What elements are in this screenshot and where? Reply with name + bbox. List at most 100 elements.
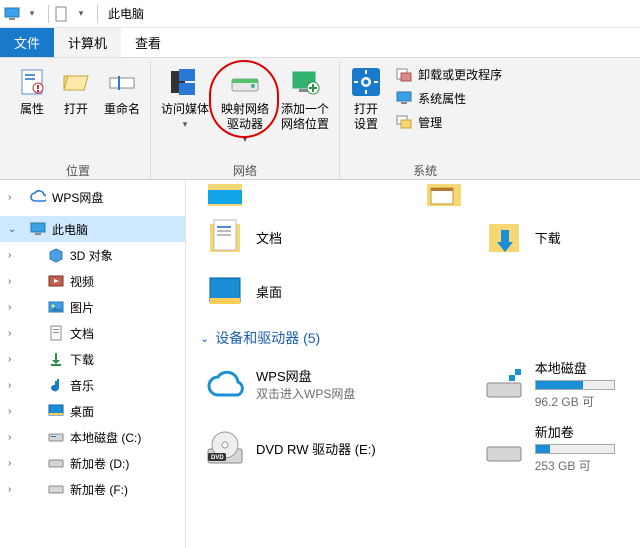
chevron-down-icon[interactable]: ⌄ <box>8 224 16 235</box>
drive-icon <box>483 363 525 405</box>
body: › WPS网盘 ⌄ 此电脑 › 3D 对象 › 视频 › 图片 › 文档 <box>0 180 640 548</box>
nav-label: 文档 <box>70 325 94 342</box>
uninstall-icon <box>396 66 412 82</box>
desktop-icon <box>48 403 64 419</box>
tab-computer[interactable]: 计算机 <box>54 28 121 57</box>
nav-3d-objects[interactable]: › 3D 对象 <box>0 242 185 268</box>
folder-icon <box>423 184 465 206</box>
monitor-icon <box>396 90 412 106</box>
nav-drive-f[interactable]: › 新加卷 (F:) <box>0 476 185 502</box>
uninstall-button[interactable]: 卸载或更改程序 <box>392 62 506 86</box>
nav-documents[interactable]: › 文档 <box>0 320 185 346</box>
cloud-icon <box>30 189 46 205</box>
section-devices[interactable]: ⌄ 设备和驱动器 (5) <box>194 318 632 352</box>
nav-drive-c[interactable]: › 本地磁盘 (C:) <box>0 424 185 450</box>
chevron-right-icon[interactable]: › <box>8 380 11 391</box>
manage-label: 管理 <box>418 114 442 131</box>
ribbon-tabs: 文件 计算机 查看 <box>0 28 640 58</box>
storage-bar <box>535 380 615 390</box>
rename-button[interactable]: 重命名 <box>98 62 146 119</box>
system-properties-button[interactable]: 系统属性 <box>392 86 506 110</box>
chevron-right-icon[interactable]: › <box>8 328 11 339</box>
nav-thispc[interactable]: ⌄ 此电脑 <box>0 216 185 242</box>
nav-music[interactable]: › 音乐 <box>0 372 185 398</box>
ribbon-group-network: 访问媒体 映射网络驱动器 添加一个网络位置 网络 <box>151 62 340 179</box>
storage-bar <box>535 444 615 454</box>
nav-videos[interactable]: › 视频 <box>0 268 185 294</box>
open-button[interactable]: 打开 <box>54 62 98 119</box>
tab-view[interactable]: 查看 <box>121 28 175 57</box>
chevron-right-icon[interactable]: › <box>8 354 11 365</box>
chevron-right-icon[interactable]: › <box>8 276 11 287</box>
dropdown-icon[interactable]: ▾ <box>24 6 40 22</box>
item-folder-partial[interactable] <box>413 180 632 210</box>
nav-desktop[interactable]: › 桌面 <box>0 398 185 424</box>
chevron-right-icon[interactable]: › <box>8 406 11 417</box>
group-label-system: 系统 <box>413 161 437 179</box>
navigation-pane: › WPS网盘 ⌄ 此电脑 › 3D 对象 › 视频 › 图片 › 文档 <box>0 180 186 548</box>
properties-label: 属性 <box>20 102 44 117</box>
item-desktop[interactable]: 桌面 <box>194 264 474 318</box>
video-icon <box>48 273 64 289</box>
chevron-right-icon[interactable]: › <box>8 484 11 495</box>
manage-button[interactable]: 管理 <box>392 110 506 134</box>
cloud-icon <box>204 363 246 405</box>
uninstall-label: 卸载或更改程序 <box>418 66 502 83</box>
nav-label: 新加卷 (F:) <box>70 481 128 498</box>
item-dvd-drive[interactable]: DVD DVD RW 驱动器 (E:) <box>194 416 473 480</box>
nav-label: 下载 <box>70 351 94 368</box>
group-label-network: 网络 <box>233 161 257 179</box>
network-drive-icon <box>229 66 261 98</box>
open-icon <box>60 66 92 98</box>
chevron-right-icon[interactable]: › <box>8 250 11 261</box>
drive-icon <box>48 429 64 445</box>
chevron-right-icon[interactable]: › <box>8 192 11 203</box>
item-label: 下载 <box>535 228 561 247</box>
title-bar: ▾ ▾ 此电脑 <box>0 0 640 28</box>
nav-downloads[interactable]: › 下载 <box>0 346 185 372</box>
download-icon <box>48 351 64 367</box>
open-settings-button[interactable]: 打开设置 <box>344 62 388 134</box>
chevron-right-icon[interactable]: › <box>8 432 11 443</box>
item-local-disk[interactable]: 本地磁盘 96.2 GB 可 <box>473 352 632 416</box>
drive-icon <box>483 427 525 469</box>
nav-wps[interactable]: › WPS网盘 <box>0 184 185 210</box>
properties-icon <box>16 66 48 98</box>
item-folder-partial[interactable] <box>194 180 413 210</box>
chevron-right-icon[interactable]: › <box>8 458 11 469</box>
map-network-drive-button[interactable]: 映射网络驱动器 <box>215 62 275 147</box>
access-media-button[interactable]: 访问媒体 <box>155 62 215 132</box>
item-label: 本地磁盘 <box>535 358 615 377</box>
divider <box>48 5 49 23</box>
settings-label-1: 打开 <box>354 102 378 117</box>
nav-label: 视频 <box>70 273 94 290</box>
music-icon <box>48 377 64 393</box>
item-new-volume[interactable]: 新加卷 253 GB 可 <box>473 416 632 480</box>
add-network-location-button[interactable]: 添加一个网络位置 <box>275 62 335 134</box>
nav-drive-d[interactable]: › 新加卷 (D:) <box>0 450 185 476</box>
item-wps-drive[interactable]: WPS网盘 双击进入WPS网盘 <box>194 352 473 416</box>
nav-label: 3D 对象 <box>70 247 113 264</box>
dropdown-icon[interactable]: ▾ <box>73 6 89 22</box>
settings-icon <box>350 66 382 98</box>
document-icon[interactable] <box>53 6 69 22</box>
item-label: DVD RW 驱动器 (E:) <box>256 439 376 458</box>
documents-icon <box>204 216 246 258</box>
picture-icon <box>48 299 64 315</box>
chevron-down-icon: ⌄ <box>200 332 209 345</box>
item-label: WPS网盘 <box>256 366 355 385</box>
open-label: 打开 <box>64 102 88 117</box>
chevron-right-icon[interactable]: › <box>8 302 11 313</box>
properties-button[interactable]: 属性 <box>10 62 54 119</box>
item-sublabel: 双击进入WPS网盘 <box>256 385 355 402</box>
tab-file[interactable]: 文件 <box>0 28 54 57</box>
item-documents[interactable]: 文档 <box>194 210 473 264</box>
access-media-label: 访问媒体 <box>161 102 209 117</box>
computer-icon <box>30 221 46 237</box>
svg-text:DVD: DVD <box>211 455 224 461</box>
manage-icon <box>396 114 412 130</box>
group-label-location: 位置 <box>66 161 90 179</box>
item-downloads[interactable]: 下载 <box>473 210 632 264</box>
settings-label-2: 设置 <box>354 117 378 132</box>
nav-pictures[interactable]: › 图片 <box>0 294 185 320</box>
